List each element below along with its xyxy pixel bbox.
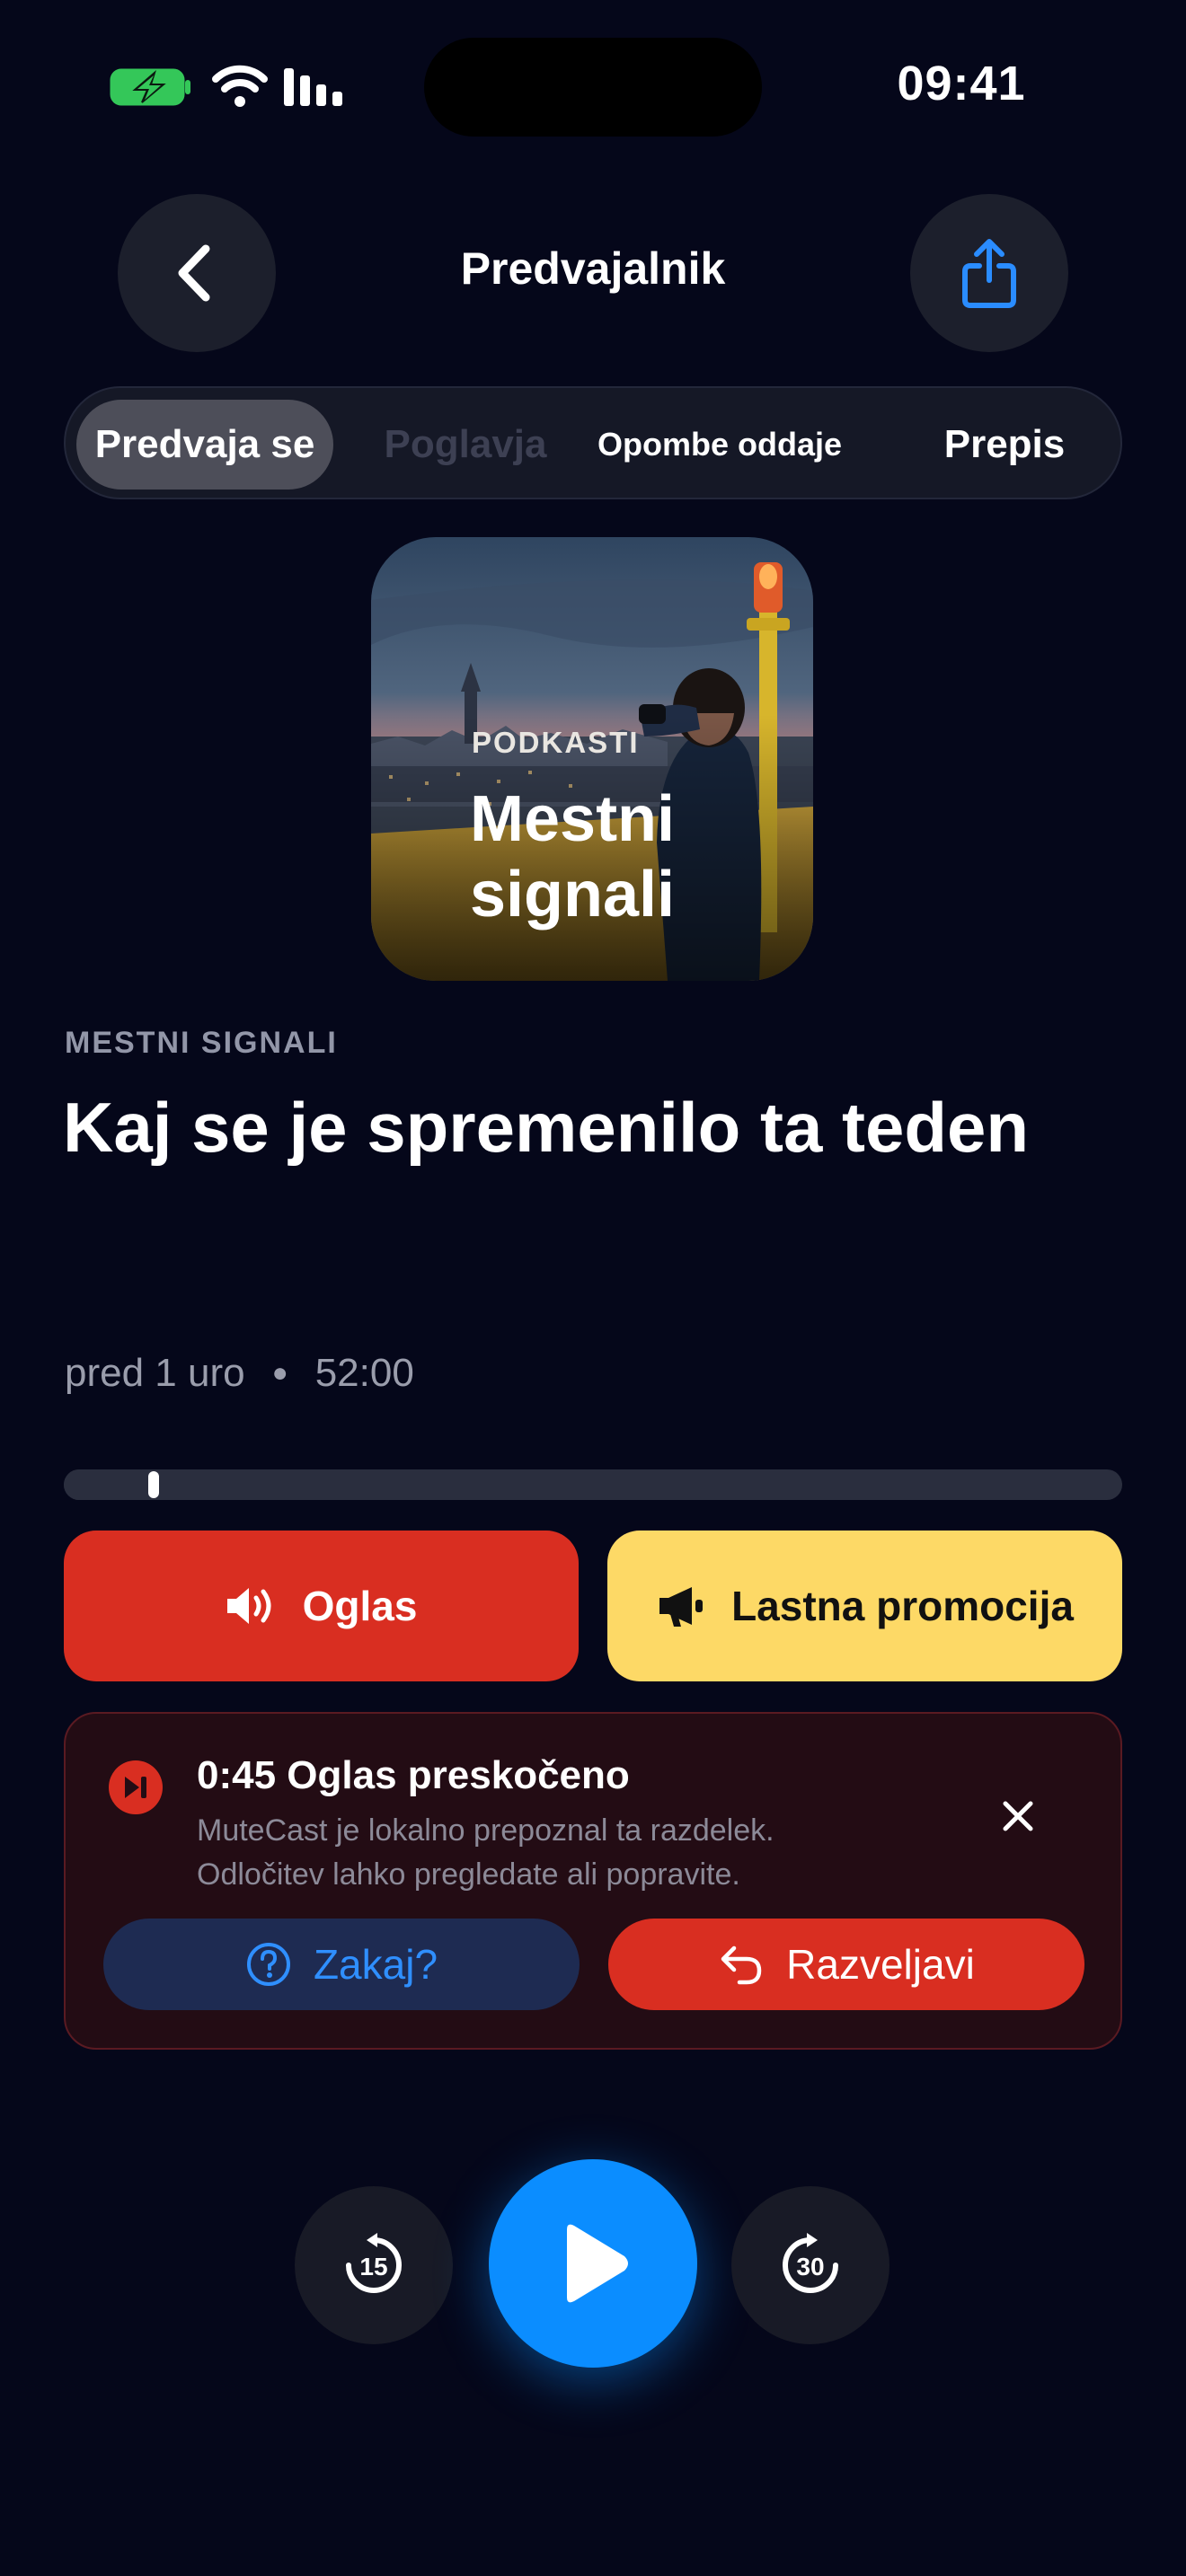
ad-segment-label: Oglas [302, 1583, 418, 1629]
question-icon [246, 1943, 290, 1986]
dynamic-island [424, 38, 762, 137]
megaphone-icon [659, 1587, 704, 1627]
close-icon [1003, 1801, 1033, 1831]
ad-segment-button[interactable]: Oglas [64, 1531, 579, 1681]
undo-label: Razveljavi [786, 1941, 975, 1988]
page-title: Predvajalnik [460, 243, 726, 294]
why-button[interactable]: Zakaj? [103, 1919, 580, 2010]
show-name[interactable]: MESTNI SIGNALI [65, 1026, 338, 1061]
promo-segment-button[interactable]: Lastna promocija [607, 1531, 1122, 1681]
promo-segment-label: Lastna promocija [731, 1583, 1074, 1629]
rewind-15-icon: 15 [346, 2233, 402, 2293]
forward-30-icon: 30 [783, 2233, 838, 2293]
signal-icon [284, 68, 342, 106]
tab-now-playing[interactable]: Predvaja se [76, 400, 333, 490]
skip-notice-title: 0:45 Oglas preskočeno [197, 1753, 630, 1797]
artwork-title-line1: Mestni [470, 783, 676, 855]
progress-bar[interactable] [64, 1469, 1122, 1500]
play-icon [567, 2224, 628, 2303]
why-label: Zakaj? [313, 1941, 438, 1988]
episode-meta: pred 1 uro ● 52:00 [65, 1351, 414, 1396]
speaker-icon [226, 1588, 271, 1624]
published-time: pred 1 uro [65, 1351, 245, 1395]
skip-notice-line1: MuteCast je lokalno prepoznal ta razdele… [197, 1813, 774, 1848]
progress-scrubber[interactable] [148, 1471, 160, 1498]
skip-notice-line2: Odločitev lahko pregledate ali popravite… [197, 1857, 740, 1892]
rewind-15-button[interactable]: 15 [295, 2186, 453, 2344]
forward-30-text: 30 [796, 2253, 824, 2280]
back-button[interactable] [118, 194, 276, 352]
forward-30-button[interactable]: 30 [731, 2186, 890, 2344]
play-button[interactable] [489, 2159, 697, 2368]
share-icon [962, 239, 1016, 308]
undo-icon [721, 1945, 762, 1985]
tab-transcript[interactable]: Prepis [897, 400, 1112, 490]
player-screen: 09:41 Predvajalnik Predvaja se Poglavja … [0, 0, 1186, 2576]
skip-forward-icon [109, 1760, 163, 1814]
status-bar: 09:41 [0, 0, 1186, 180]
wifi-icon [212, 65, 268, 107]
podcast-artwork: PODKASTI Mestni signali [371, 537, 813, 981]
episode-title: Kaj se je spremenilo ta teden [63, 1088, 1030, 1167]
artwork-title-line2: signali [470, 859, 676, 931]
tab-chapters[interactable]: Poglavja [371, 400, 560, 490]
artwork-kicker: PODKASTI [472, 726, 640, 759]
rewind-15-text: 15 [359, 2253, 387, 2280]
meta-separator: ● [271, 1358, 288, 1388]
battery-charging-icon [110, 68, 190, 106]
chevron-left-icon [178, 244, 210, 302]
share-button[interactable] [910, 194, 1068, 352]
segmented-tabs: Predvaja se Poglavja Opombe oddaje Prepi… [64, 386, 1122, 499]
episode-duration: 52:00 [314, 1351, 414, 1395]
close-notice-button[interactable] [991, 1789, 1045, 1843]
skip-notice-description: MuteCast je lokalno prepoznal ta razdele… [197, 1809, 774, 1897]
progress-fill [64, 1469, 155, 1500]
artwork-title: Mestni signali [470, 781, 675, 932]
undo-button[interactable]: Razveljavi [608, 1919, 1084, 2010]
tab-show-notes[interactable]: Opombe oddaje [576, 400, 863, 490]
status-time: 09:41 [897, 57, 1026, 110]
skip-notice-card: 0:45 Oglas preskočeno MuteCast je lokaln… [64, 1712, 1122, 2050]
